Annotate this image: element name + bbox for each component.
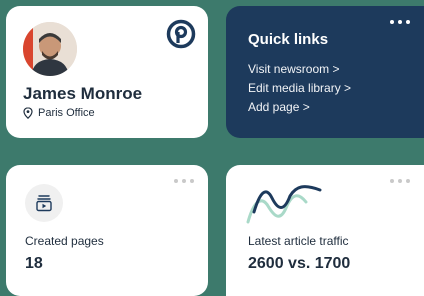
link-edit-media-library[interactable]: Edit media library > xyxy=(248,81,351,95)
traffic-label: Latest article traffic xyxy=(248,234,349,248)
article-traffic-card[interactable]: Latest article traffic 2600 vs. 1700 xyxy=(226,165,424,296)
link-add-page[interactable]: Add page > xyxy=(248,100,310,114)
traffic-trend-icon xyxy=(246,185,322,224)
profile-card: James Monroe Paris Office xyxy=(6,6,208,138)
location-pin-icon xyxy=(23,107,33,119)
brand-logo-icon xyxy=(166,19,196,49)
quick-links-card: Quick links Visit newsroom > Edit media … xyxy=(226,6,424,138)
created-pages-value: 18 xyxy=(25,255,43,272)
avatar[interactable] xyxy=(23,22,77,76)
traffic-value: 2600 vs. 1700 xyxy=(248,255,351,272)
office-location: Paris Office xyxy=(23,107,95,119)
created-pages-card[interactable]: Created pages 18 xyxy=(6,165,208,296)
office-label: Paris Office xyxy=(38,107,95,119)
more-options-icon[interactable] xyxy=(390,179,410,183)
created-pages-label: Created pages xyxy=(25,234,104,248)
more-options-icon[interactable] xyxy=(390,20,410,24)
profile-name: James Monroe xyxy=(23,84,143,103)
more-options-icon[interactable] xyxy=(174,179,194,183)
pages-icon xyxy=(25,184,63,222)
link-visit-newsroom[interactable]: Visit newsroom > xyxy=(248,62,339,76)
quick-links-title: Quick links xyxy=(248,31,329,48)
